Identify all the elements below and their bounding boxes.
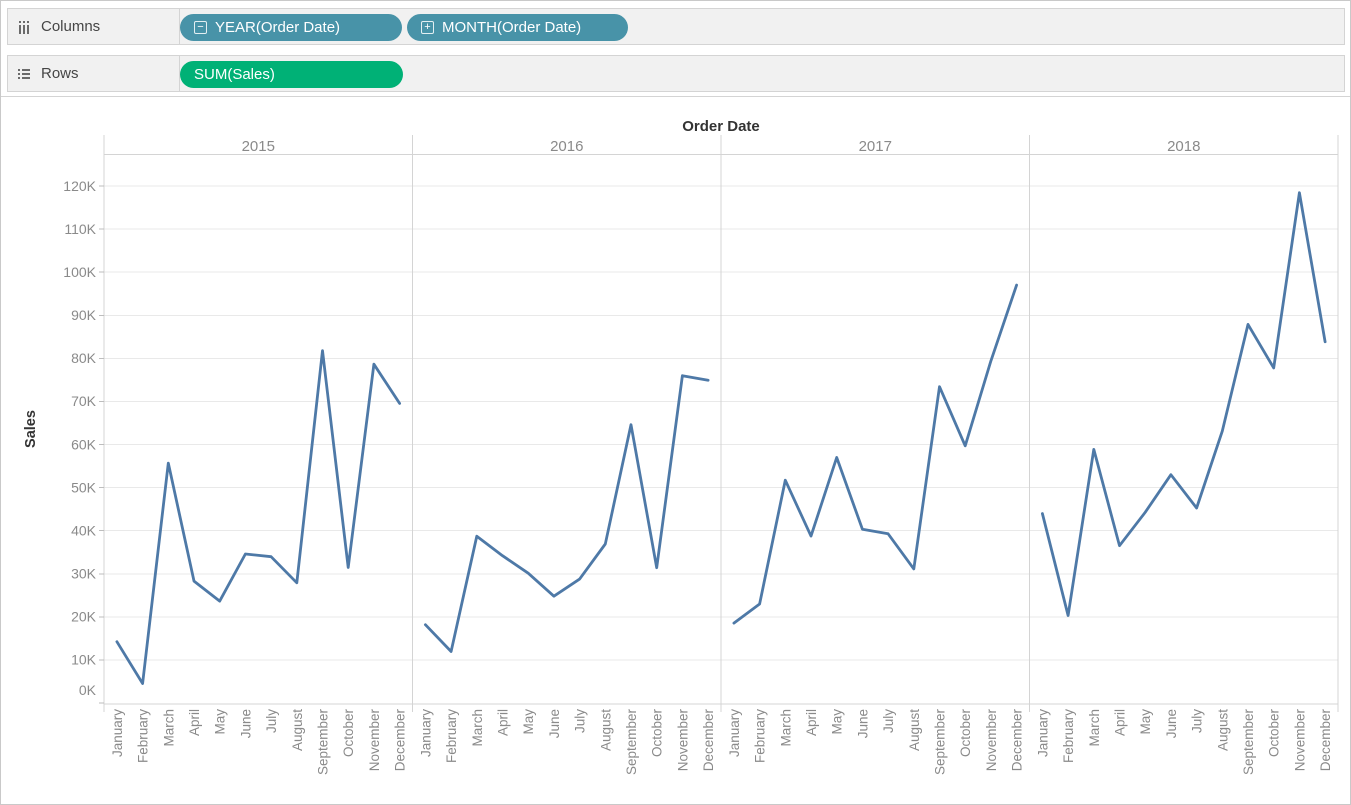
- rows-icon: [17, 67, 31, 81]
- chart-region: 0K 10K 20K 30K 40K 50K 60K 70K 80K 90K 100K 110K 120…: [1, 96, 1350, 804]
- month-tick-label: September: [933, 709, 948, 776]
- month-tick-label: December: [1010, 709, 1025, 772]
- month-tick-label: December: [1318, 709, 1333, 772]
- year-header-label: 2018: [1167, 138, 1200, 155]
- month-tick-label: October: [1267, 709, 1282, 758]
- month-tick-label: November: [1292, 709, 1307, 772]
- month-tick-label: September: [316, 709, 331, 776]
- month-tick-label: July: [881, 709, 896, 733]
- rows-shelf-label: Rows: [41, 65, 79, 82]
- month-tick-label: March: [778, 709, 793, 747]
- month-tick-label: October: [341, 709, 356, 758]
- month-tick-label: June: [547, 709, 562, 738]
- y-tick-label: 110K: [64, 221, 96, 237]
- rows-pill-area: SUM(Sales): [180, 56, 1344, 91]
- expand-hierarchy-icon[interactable]: +: [421, 21, 434, 34]
- y-tick-label: 70K: [71, 393, 97, 409]
- month-tick-label: July: [573, 709, 588, 733]
- month-tick-label: September: [624, 709, 639, 776]
- month-tick-label: August: [290, 709, 305, 751]
- month-tick-label: October: [958, 709, 973, 758]
- y-axis-title: Sales: [23, 410, 39, 448]
- y-tick-label: 40K: [71, 522, 97, 538]
- month-tick-label: January: [418, 709, 433, 757]
- month-tick-label: April: [187, 709, 202, 736]
- month-tick-label: December: [701, 709, 716, 772]
- columns-shelf-label-cell: Columns: [8, 9, 180, 44]
- month-tick-label: August: [1215, 709, 1230, 751]
- month-tick-label: May: [521, 709, 536, 735]
- y-tick-label: 50K: [71, 479, 97, 495]
- year-header-label: 2015: [242, 138, 275, 155]
- month-tick-label: May: [830, 709, 845, 735]
- month-tick-label: February: [1061, 709, 1076, 763]
- y-tick-label: 20K: [71, 609, 97, 625]
- y-tick-label: 120K: [63, 178, 96, 194]
- month-tick-label: October: [650, 709, 665, 758]
- month-tick-label: February: [444, 709, 459, 763]
- month-tick-label: January: [727, 709, 742, 757]
- month-tick-label: September: [1241, 709, 1256, 776]
- year-header-label: 2016: [550, 138, 583, 155]
- pill-year-order-date-label: YEAR(Order Date): [215, 19, 340, 36]
- pill-month-order-date[interactable]: + MONTH(Order Date): [407, 14, 628, 41]
- month-tick-label: February: [753, 709, 768, 763]
- month-tick-label: May: [1138, 709, 1153, 735]
- sales-line-2015: [117, 351, 400, 684]
- columns-icon: [17, 20, 31, 34]
- year-header-label: 2017: [859, 138, 892, 155]
- sales-line-2016: [425, 376, 708, 652]
- pill-month-order-date-label: MONTH(Order Date): [442, 19, 581, 36]
- y-tick-label: 100K: [63, 264, 96, 280]
- month-tick-label: August: [598, 709, 613, 751]
- y-tick-label: 60K: [71, 436, 97, 452]
- collapse-hierarchy-icon[interactable]: −: [194, 21, 207, 34]
- month-tick-label: January: [1035, 709, 1050, 757]
- pill-sum-sales[interactable]: SUM(Sales): [180, 61, 403, 88]
- month-tick-label: March: [1087, 709, 1102, 747]
- month-tick-label: June: [1164, 709, 1179, 738]
- pill-sum-sales-label: SUM(Sales): [194, 66, 275, 83]
- columns-shelf: Columns − YEAR(Order Date) + MONTH(Order…: [7, 8, 1345, 45]
- y-tick-label: 30K: [71, 566, 97, 582]
- month-tick-label: June: [238, 709, 253, 738]
- y-tick-label: 10K: [71, 652, 97, 668]
- y-tick-label: 90K: [71, 307, 97, 323]
- month-tick-label: March: [470, 709, 485, 747]
- month-tick-label: November: [675, 709, 690, 772]
- columns-pill-area: − YEAR(Order Date) + MONTH(Order Date): [180, 9, 1344, 44]
- rows-shelf-label-cell: Rows: [8, 56, 180, 91]
- month-tick-label: May: [213, 709, 228, 735]
- month-tick-label: December: [393, 709, 408, 772]
- month-tick-label: January: [110, 709, 125, 757]
- month-tick-label: July: [264, 709, 279, 733]
- month-tick-label: November: [984, 709, 999, 772]
- month-tick-label: February: [136, 709, 151, 763]
- sales-by-month-year-line-chart[interactable]: 0K 10K 20K 30K 40K 50K 60K 70K 80K 90K 100K 110K 120…: [1, 97, 1351, 805]
- month-tick-label: August: [907, 709, 922, 751]
- month-tick-label: June: [855, 709, 870, 738]
- tableau-worksheet-window: Columns − YEAR(Order Date) + MONTH(Order…: [0, 0, 1351, 805]
- month-tick-label: April: [1112, 709, 1127, 736]
- month-tick-label: April: [804, 709, 819, 736]
- sales-line-2017: [734, 285, 1017, 623]
- month-tick-label: November: [367, 709, 382, 772]
- sales-line-2018: [1042, 193, 1325, 616]
- columns-shelf-label: Columns: [41, 18, 100, 35]
- y-tick-label: 0K: [79, 682, 97, 698]
- rows-shelf: Rows SUM(Sales): [7, 55, 1345, 92]
- month-tick-label: March: [161, 709, 176, 747]
- y-tick-label: 80K: [71, 350, 97, 366]
- column-header-title: Order Date: [682, 118, 760, 135]
- month-tick-label: July: [1190, 709, 1205, 733]
- pill-year-order-date[interactable]: − YEAR(Order Date): [180, 14, 402, 41]
- month-tick-label: April: [495, 709, 510, 736]
